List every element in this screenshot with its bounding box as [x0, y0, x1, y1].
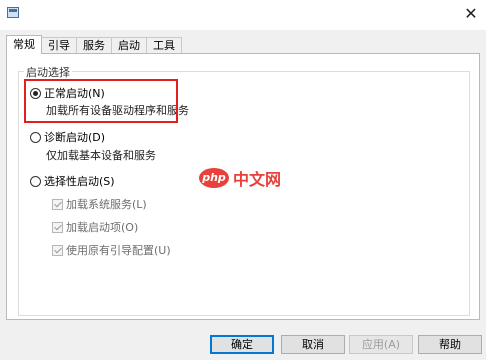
use-original-boot-config-option: 使用原有引导配置(U): [52, 242, 171, 258]
tab-tools[interactable]: 工具: [146, 37, 182, 53]
title-bar: ✕: [0, 0, 486, 30]
load-startup-items-label: 加载启动项(O): [66, 221, 139, 234]
diagnostic-startup-radio[interactable]: [30, 131, 41, 143]
apply-button[interactable]: 应用(A): [349, 335, 413, 354]
load-startup-items-checkbox: [52, 221, 63, 233]
diagnostic-startup-description: 仅加载基本设备和服务: [46, 149, 156, 162]
help-button[interactable]: 帮助: [418, 335, 482, 354]
tab-strip: 常规 引导 服务 启动 工具: [6, 35, 182, 54]
selective-startup-radio[interactable]: [30, 175, 41, 187]
watermark-text: 中文网: [233, 170, 282, 189]
selective-startup-label: 选择性启动(S): [44, 175, 115, 188]
use-original-boot-config-checkbox: [52, 244, 63, 256]
selective-startup-option[interactable]: 选择性启动(S): [30, 173, 115, 189]
close-button[interactable]: ✕: [456, 0, 486, 30]
startup-selection-legend: 启动选择: [24, 64, 72, 80]
tab-boot[interactable]: 引导: [41, 37, 77, 53]
use-original-boot-config-label: 使用原有引导配置(U): [66, 244, 171, 257]
php-logo-icon: php: [199, 168, 229, 188]
cancel-button[interactable]: 取消: [281, 335, 345, 354]
load-system-services-option: 加载系统服务(L): [52, 196, 147, 212]
watermark: php 中文网: [199, 166, 281, 190]
msconfig-icon: [7, 7, 19, 18]
tab-services[interactable]: 服务: [76, 37, 112, 53]
diagnostic-startup-label: 诊断启动(D): [44, 131, 106, 144]
ok-button[interactable]: 确定: [210, 335, 274, 354]
load-startup-items-option: 加载启动项(O): [52, 219, 138, 235]
tab-general[interactable]: 常规: [6, 35, 42, 54]
load-system-services-label: 加载系统服务(L): [66, 198, 147, 211]
load-system-services-checkbox: [52, 198, 63, 210]
tab-startup[interactable]: 启动: [111, 37, 147, 53]
highlight-box: [24, 79, 178, 123]
diagnostic-startup-option[interactable]: 诊断启动(D): [30, 129, 105, 145]
